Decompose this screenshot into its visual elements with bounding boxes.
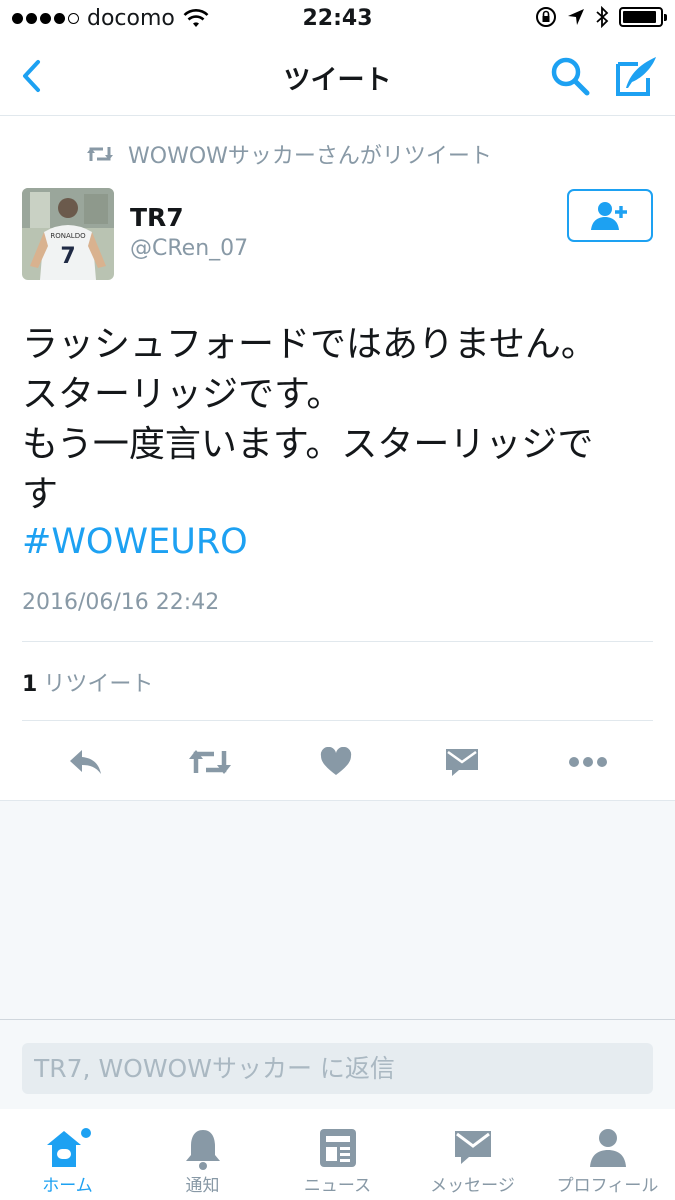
search-icon[interactable] [548,54,592,98]
reply-button[interactable] [64,742,108,782]
tab-messages[interactable]: メッセージ [405,1109,540,1200]
message-button[interactable] [440,742,484,782]
tab-label: 通知 [185,1176,220,1196]
like-icon [320,747,352,775]
location-arrow-icon [568,9,584,25]
tab-notifications[interactable]: 通知 [135,1109,270,1200]
battery-icon [619,7,667,27]
status-bar: docomo 22:43 [0,0,675,38]
author-handle[interactable]: @CRen_07 [130,236,248,261]
retweet-icon [189,750,231,774]
message-icon [446,749,478,776]
rotation-lock-icon [536,7,556,27]
tab-label: メッセージ [430,1176,515,1196]
tweet-text-line: もう一度言います。スターリッジで [22,424,594,465]
bell-icon [185,1130,220,1170]
hashtag-link[interactable]: #WOWEURO [22,522,248,562]
retweet-icon [87,147,113,161]
news-icon [319,1129,356,1167]
divider [22,720,653,721]
tweet-text: ラッシュフォードではありません。 スターリッジです。 もう一度言います。スターリ… [22,320,662,520]
tweet-timestamp: 2016/06/16 22:42 [22,590,220,615]
follow-button[interactable] [567,189,653,242]
tab-bar: ホーム 通知 ニュース メッセージ プロフィール [0,1109,675,1200]
empty-content-area [0,800,675,1019]
retweet-count-label: リツイート [43,672,154,697]
like-button[interactable] [314,742,358,782]
tab-news[interactable]: ニュース [270,1109,405,1200]
retweet-button[interactable] [188,742,232,782]
tab-label: ホーム [42,1176,93,1196]
envelope-icon [454,1131,491,1164]
nav-bar: ツイート [0,38,675,116]
compose-icon[interactable] [612,52,660,100]
retweet-context-label: WOWOWサッカーさんがリツイート [128,144,492,169]
tweet-text-line: スターリッジです。 [22,374,343,415]
tab-label: ニュース [303,1176,372,1196]
divider [22,641,653,642]
svg-text:RONALDO: RONALDO [50,232,86,240]
bluetooth-icon [596,6,609,28]
author-name[interactable]: TR7 [130,203,184,232]
tab-profile[interactable]: プロフィール [540,1109,675,1200]
reply-field-container [22,1043,653,1094]
avatar[interactable]: RONALDO 7 [22,188,114,280]
person-icon [589,1129,626,1167]
retweet-count-number: 1 [22,672,38,697]
tweet-text-line: す [22,474,59,515]
svg-text:7: 7 [60,244,75,269]
more-icon [569,757,607,767]
more-button[interactable] [566,742,610,782]
tab-home[interactable]: ホーム [0,1109,135,1200]
retweet-context: WOWOWサッカーさんがリツイート [86,138,492,170]
add-user-icon [591,201,627,230]
reply-icon [70,750,101,774]
tweet-actions [0,722,675,800]
reply-bar [0,1019,675,1109]
home-icon [46,1128,91,1167]
tab-label: プロフィール [556,1176,659,1196]
retweet-count[interactable]: 1 リツイート [22,666,153,698]
tweet-text-line: ラッシュフォードではありません。 [22,324,597,365]
reply-input[interactable] [34,1054,641,1083]
status-right [535,6,667,28]
